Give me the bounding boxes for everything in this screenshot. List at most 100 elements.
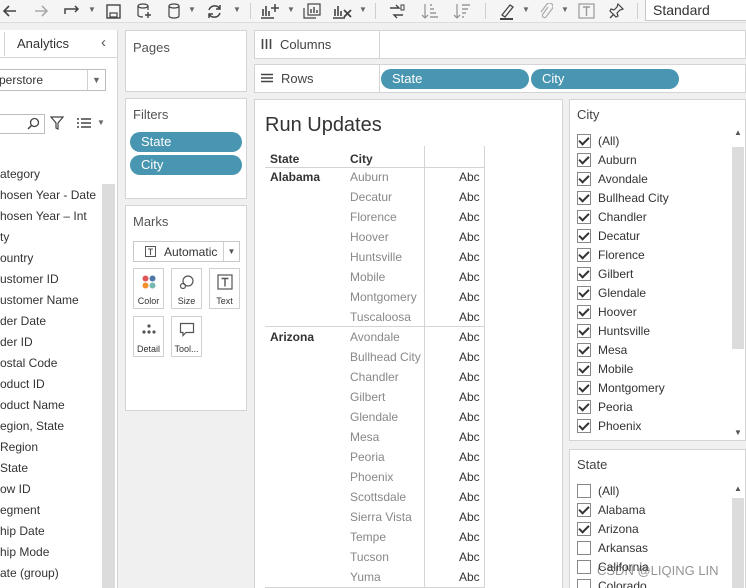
filter-option[interactable]: Phoenix bbox=[577, 416, 641, 435]
datasource-icon[interactable] bbox=[165, 1, 183, 21]
city-row-header[interactable]: Glendale bbox=[350, 410, 426, 424]
city-row-header[interactable]: Sierra Vista bbox=[350, 510, 426, 524]
city-row-header[interactable]: Phoenix bbox=[350, 470, 426, 484]
checkbox[interactable] bbox=[577, 380, 591, 395]
table-cell[interactable]: Abc bbox=[459, 230, 480, 244]
city-row-header[interactable]: Peoria bbox=[350, 450, 426, 464]
table-cell[interactable]: Abc bbox=[459, 210, 480, 224]
field-item[interactable]: ountry bbox=[0, 248, 102, 269]
city-row-header[interactable]: Decatur bbox=[350, 190, 426, 204]
field-item[interactable]: hip Mode bbox=[0, 542, 102, 563]
highlight-icon[interactable] bbox=[497, 1, 517, 21]
filter-option[interactable]: Alabama bbox=[577, 500, 645, 519]
show-labels-icon[interactable] bbox=[576, 1, 596, 21]
forward-arrow-icon[interactable] bbox=[33, 1, 49, 21]
filter-option[interactable]: Huntsville bbox=[577, 321, 650, 340]
filter-option[interactable]: Gilbert bbox=[577, 264, 633, 283]
checkbox[interactable] bbox=[577, 521, 591, 536]
filter-option[interactable]: Montgomery bbox=[577, 378, 665, 397]
city-row-header[interactable]: Huntsville bbox=[350, 250, 426, 264]
rows-pill-state[interactable]: State bbox=[381, 69, 529, 89]
field-item[interactable]: oduct Name bbox=[0, 395, 102, 416]
filter-option[interactable]: Peoria bbox=[577, 397, 633, 416]
state-column-header[interactable]: State bbox=[270, 152, 299, 166]
rows-shelf[interactable]: Rows State City bbox=[254, 64, 746, 93]
table-cell[interactable]: Abc bbox=[459, 570, 480, 584]
save-icon[interactable] bbox=[104, 1, 122, 21]
table-cell[interactable]: Abc bbox=[459, 290, 480, 304]
table-cell[interactable]: Abc bbox=[459, 530, 480, 544]
field-item[interactable]: oduct ID bbox=[0, 374, 102, 395]
fit-dropdown[interactable]: Standard bbox=[645, 0, 746, 21]
filter-pill-state[interactable]: State bbox=[130, 132, 242, 152]
datasource-dropdown-icon[interactable]: ▼ bbox=[188, 6, 196, 14]
city-column-header[interactable]: City bbox=[350, 152, 373, 166]
field-item[interactable]: ostal Code bbox=[0, 353, 102, 374]
filter-option[interactable]: Avondale bbox=[577, 169, 648, 188]
tab-analytics[interactable]: Analytics bbox=[17, 36, 69, 51]
table-cell[interactable]: Abc bbox=[459, 190, 480, 204]
filter-option[interactable]: Mesa bbox=[577, 340, 627, 359]
field-item[interactable]: der Date bbox=[0, 311, 102, 332]
field-item[interactable]: egment bbox=[0, 500, 102, 521]
field-item[interactable]: ategory bbox=[0, 164, 102, 185]
city-row-header[interactable]: Bullhead City bbox=[350, 350, 426, 364]
filter-option[interactable]: Bullhead City bbox=[577, 188, 669, 207]
sort-ascending-icon[interactable] bbox=[420, 1, 440, 21]
field-search-input[interactable] bbox=[0, 114, 45, 134]
redo-dropdown-icon[interactable]: ▼ bbox=[88, 6, 96, 14]
state-row-header[interactable]: Arizona bbox=[270, 330, 314, 344]
table-cell[interactable]: Abc bbox=[459, 330, 480, 344]
detail-button[interactable]: Detail bbox=[133, 316, 164, 357]
color-button[interactable]: Color bbox=[133, 268, 164, 309]
city-filter-scrollbar[interactable] bbox=[732, 147, 744, 349]
table-cell[interactable]: Abc bbox=[459, 550, 480, 564]
checkbox[interactable] bbox=[577, 361, 591, 376]
table-cell[interactable]: Abc bbox=[459, 390, 480, 404]
size-button[interactable]: Size bbox=[171, 268, 202, 309]
state-row-header[interactable]: Alabama bbox=[270, 170, 320, 184]
field-item[interactable]: hosen Year – Int bbox=[0, 206, 102, 227]
rows-pill-city[interactable]: City bbox=[531, 69, 679, 89]
checkbox[interactable] bbox=[577, 323, 591, 338]
table-cell[interactable]: Abc bbox=[459, 490, 480, 504]
city-row-header[interactable]: Tucson bbox=[350, 550, 426, 564]
group-dropdown-icon[interactable]: ▼ bbox=[561, 6, 569, 14]
city-row-header[interactable]: Auburn bbox=[350, 170, 426, 184]
list-view-icon[interactable] bbox=[76, 117, 92, 132]
field-item[interactable]: der ID bbox=[0, 332, 102, 353]
field-item[interactable]: ow ID bbox=[0, 479, 102, 500]
swap-rows-columns-icon[interactable] bbox=[386, 1, 406, 21]
field-item[interactable]: ty bbox=[0, 227, 102, 248]
checkbox[interactable] bbox=[577, 418, 591, 433]
checkbox[interactable] bbox=[577, 399, 591, 414]
checkbox[interactable] bbox=[577, 578, 591, 588]
checkbox[interactable] bbox=[577, 540, 591, 555]
checkbox[interactable] bbox=[577, 171, 591, 186]
clear-sheet-dropdown-icon[interactable]: ▼ bbox=[359, 6, 367, 14]
checkbox[interactable] bbox=[577, 304, 591, 319]
filter-option[interactable]: Glendale bbox=[577, 283, 646, 302]
city-row-header[interactable]: Tempe bbox=[350, 530, 426, 544]
checkbox[interactable] bbox=[577, 209, 591, 224]
view-dropdown-icon[interactable]: ▼ bbox=[97, 118, 105, 127]
tooltip-button[interactable]: Tool... bbox=[171, 316, 202, 357]
table-cell[interactable]: Abc bbox=[459, 370, 480, 384]
field-item[interactable]: State bbox=[0, 458, 102, 479]
checkbox[interactable] bbox=[577, 152, 591, 167]
filter-option[interactable]: Decatur bbox=[577, 226, 640, 245]
new-worksheet-icon[interactable] bbox=[259, 1, 281, 21]
checkbox[interactable] bbox=[577, 266, 591, 281]
checkbox[interactable] bbox=[577, 228, 591, 243]
refresh-icon[interactable] bbox=[204, 1, 224, 21]
collapse-pane-icon[interactable]: ‹ bbox=[101, 34, 106, 51]
city-row-header[interactable]: Avondale bbox=[350, 330, 426, 344]
checkbox[interactable] bbox=[577, 285, 591, 300]
clear-sheet-icon[interactable] bbox=[331, 1, 353, 21]
table-cell[interactable]: Abc bbox=[459, 350, 480, 364]
city-row-header[interactable]: Scottsdale bbox=[350, 490, 426, 504]
city-row-header[interactable]: Yuma bbox=[350, 570, 426, 584]
checkbox[interactable] bbox=[577, 502, 591, 517]
field-item[interactable]: ustomer Name bbox=[0, 290, 102, 311]
city-row-header[interactable]: Florence bbox=[350, 210, 426, 224]
